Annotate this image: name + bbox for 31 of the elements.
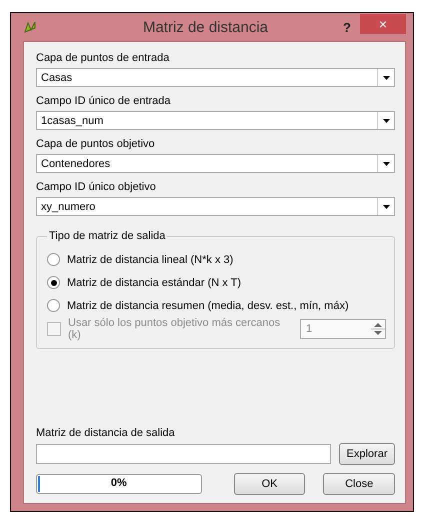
radio-label: Matriz de distancia estándar (N x T) xyxy=(67,276,242,288)
radio-button[interactable] xyxy=(47,299,60,312)
field-label: Capa de puntos objetivo xyxy=(36,138,156,150)
radio-button[interactable] xyxy=(47,253,60,266)
dropdown-arrow-icon xyxy=(382,118,390,122)
field-label: Capa de puntos de entrada xyxy=(36,52,170,64)
progress-text: 0% xyxy=(110,477,128,489)
output-path-field[interactable] xyxy=(36,444,331,464)
dropdown-field[interactable]: xy_numero xyxy=(36,197,395,216)
ok-button[interactable]: OK xyxy=(234,473,306,495)
dropdown-arrow-icon xyxy=(382,76,390,80)
browse-button[interactable]: Explorar xyxy=(339,443,395,465)
help-button[interactable]: ? xyxy=(334,20,360,34)
dropdown-arrow-icon xyxy=(382,204,390,208)
group-title: Tipo de matriz de salida xyxy=(48,230,166,242)
app-logo-icon xyxy=(23,20,37,34)
dropdown-field[interactable]: Contenedores xyxy=(36,154,395,173)
radio-button[interactable] xyxy=(47,276,60,289)
field-label: Campo ID único de entrada xyxy=(36,95,172,107)
close-button[interactable]: × xyxy=(360,14,406,34)
window-title: Matriz de distancia xyxy=(142,18,270,36)
dropdown-arrow-icon xyxy=(382,162,390,166)
radio-label: Matriz de distancia lineal (N*k x 3) xyxy=(67,254,234,266)
dropdown-field[interactable]: Casas xyxy=(36,68,395,87)
close-dialog-button[interactable]: Close xyxy=(323,473,395,495)
dropdown-field[interactable]: 1casas_num xyxy=(36,111,395,130)
field-label: Matriz de distancia de salida xyxy=(36,427,176,439)
checkbox-label: Usar sólo los puntos objetivo más cercanos (k) xyxy=(68,316,282,340)
field-label: Campo ID único objetivo xyxy=(36,181,157,193)
spin-arrows-icon xyxy=(371,320,385,336)
radio-label: Matriz de distancia resumen (media, desv. est., mín, máx) xyxy=(67,300,349,312)
